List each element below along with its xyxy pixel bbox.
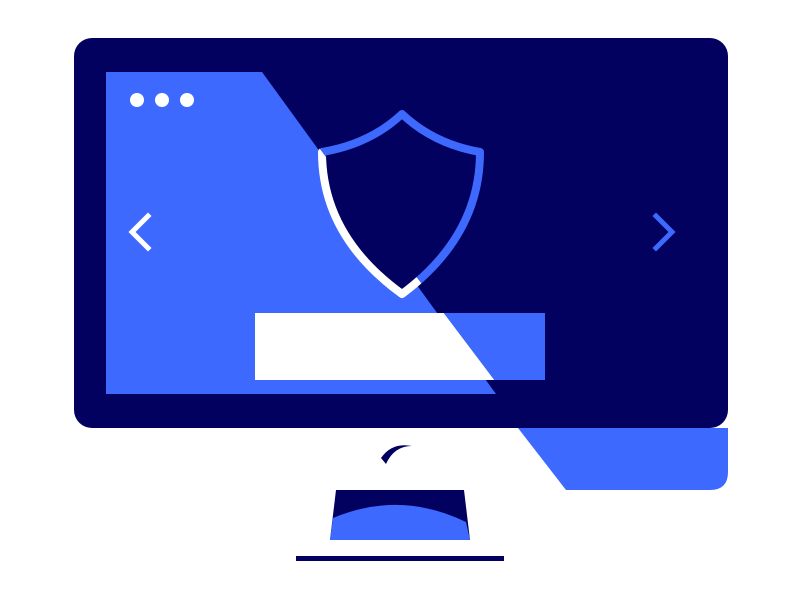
- window-dots-icon: [130, 93, 194, 107]
- monitor-stand: [296, 490, 504, 561]
- monitor-illustration: [74, 38, 728, 561]
- stand-base: [296, 556, 504, 561]
- content-bar: [255, 313, 545, 380]
- illustration: [0, 0, 800, 600]
